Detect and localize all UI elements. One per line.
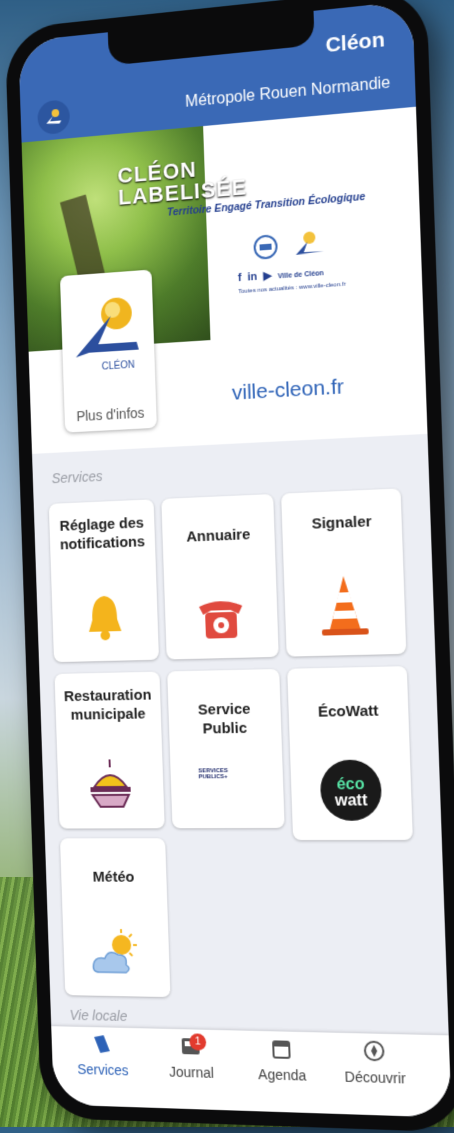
linkedin-icon[interactable]: in xyxy=(247,271,257,284)
more-info-label: Plus d'infos xyxy=(64,404,156,425)
tile-label: Service Public xyxy=(174,699,276,739)
logo-text: CLÉON xyxy=(102,360,135,373)
tile-signaler[interactable]: Signaler xyxy=(281,488,406,656)
services-section-title: Services xyxy=(51,468,102,486)
socials-name: Ville de Cléon xyxy=(278,270,324,280)
socials-row: f in ▶ Ville de Cléon xyxy=(238,265,324,284)
app-screen: Cléon Métropole Rouen Normandie CLÉON LA… xyxy=(18,1,451,1118)
phone-icon xyxy=(195,595,248,640)
services-publics-logo-text: SERVICES PUBLICS+ xyxy=(198,768,228,780)
nav-label: Agenda xyxy=(237,1066,327,1085)
nav-label: Découvrir xyxy=(329,1068,421,1087)
tile-ecowatt[interactable]: ÉcoWatt éco watt xyxy=(287,666,413,840)
phone-frame: Cléon Métropole Rouen Normandie CLÉON LA… xyxy=(5,0,454,1133)
youtube-icon[interactable]: ▶ xyxy=(263,270,272,283)
tile-restauration[interactable]: Restauration municipale xyxy=(54,672,164,829)
tile-label: Restauration municipale xyxy=(61,686,156,725)
bottom-navigation: Services 1 Journal Agenda xyxy=(51,1026,451,1118)
ecowatt-text-1: éco xyxy=(336,776,365,794)
tile-label: Réglage des notifications xyxy=(55,513,150,554)
nav-label: Services xyxy=(60,1061,146,1079)
city-logo-button[interactable] xyxy=(37,99,70,135)
tile-notifications[interactable]: Réglage des notifications xyxy=(49,499,159,662)
sun-cloud-icon xyxy=(89,929,144,979)
tile-label: ÉcoWatt xyxy=(294,701,402,722)
services-publics-logo: SERVICES PUBLICS+ xyxy=(198,768,254,781)
cloche-tray-icon xyxy=(86,757,136,811)
city-name: Cléon xyxy=(325,28,385,58)
calendar-icon xyxy=(271,1037,292,1060)
services-icon xyxy=(92,1033,112,1055)
tile-label: Signaler xyxy=(288,511,396,535)
nav-decouvrir[interactable]: Découvrir xyxy=(328,1039,421,1087)
vie-locale-section-title: Vie locale xyxy=(69,1007,127,1024)
facebook-icon[interactable]: f xyxy=(238,272,242,284)
tile-meteo[interactable]: Météo xyxy=(60,838,171,997)
website-link[interactable]: ville-cleon.fr xyxy=(232,375,345,406)
tile-annuaire[interactable]: Annuaire xyxy=(161,494,278,660)
nav-services[interactable]: Services xyxy=(59,1032,146,1079)
traffic-cone-icon xyxy=(318,573,371,637)
bell-icon xyxy=(84,591,126,643)
metropole-name: Métropole Rouen Normandie xyxy=(185,74,391,111)
city-banner[interactable]: CLÉON LABELISÉE Territoire Engagé Transi… xyxy=(22,107,428,454)
ecowatt-text-2: watt xyxy=(334,792,369,810)
tile-label: Annuaire xyxy=(168,524,269,547)
compass-icon xyxy=(363,1039,386,1062)
city-logo-icon xyxy=(44,107,63,128)
socials-note: Toutes nos actualités : www.ville-cleon.… xyxy=(238,282,346,296)
more-info-card[interactable]: CLÉON Plus d'infos xyxy=(60,270,157,433)
tile-service-public[interactable]: Service Public SERVICES PUBLICS+ xyxy=(167,669,285,828)
nav-agenda[interactable]: Agenda xyxy=(236,1036,327,1084)
cleon-logo: CLÉON xyxy=(68,284,147,378)
tile-label: Météo xyxy=(67,868,161,887)
nav-label: Journal xyxy=(148,1063,236,1081)
journal-badge: 1 xyxy=(189,1033,206,1050)
label-logos xyxy=(251,226,332,264)
nav-journal[interactable]: 1 Journal xyxy=(147,1034,236,1081)
ecowatt-logo: éco watt xyxy=(318,758,383,821)
